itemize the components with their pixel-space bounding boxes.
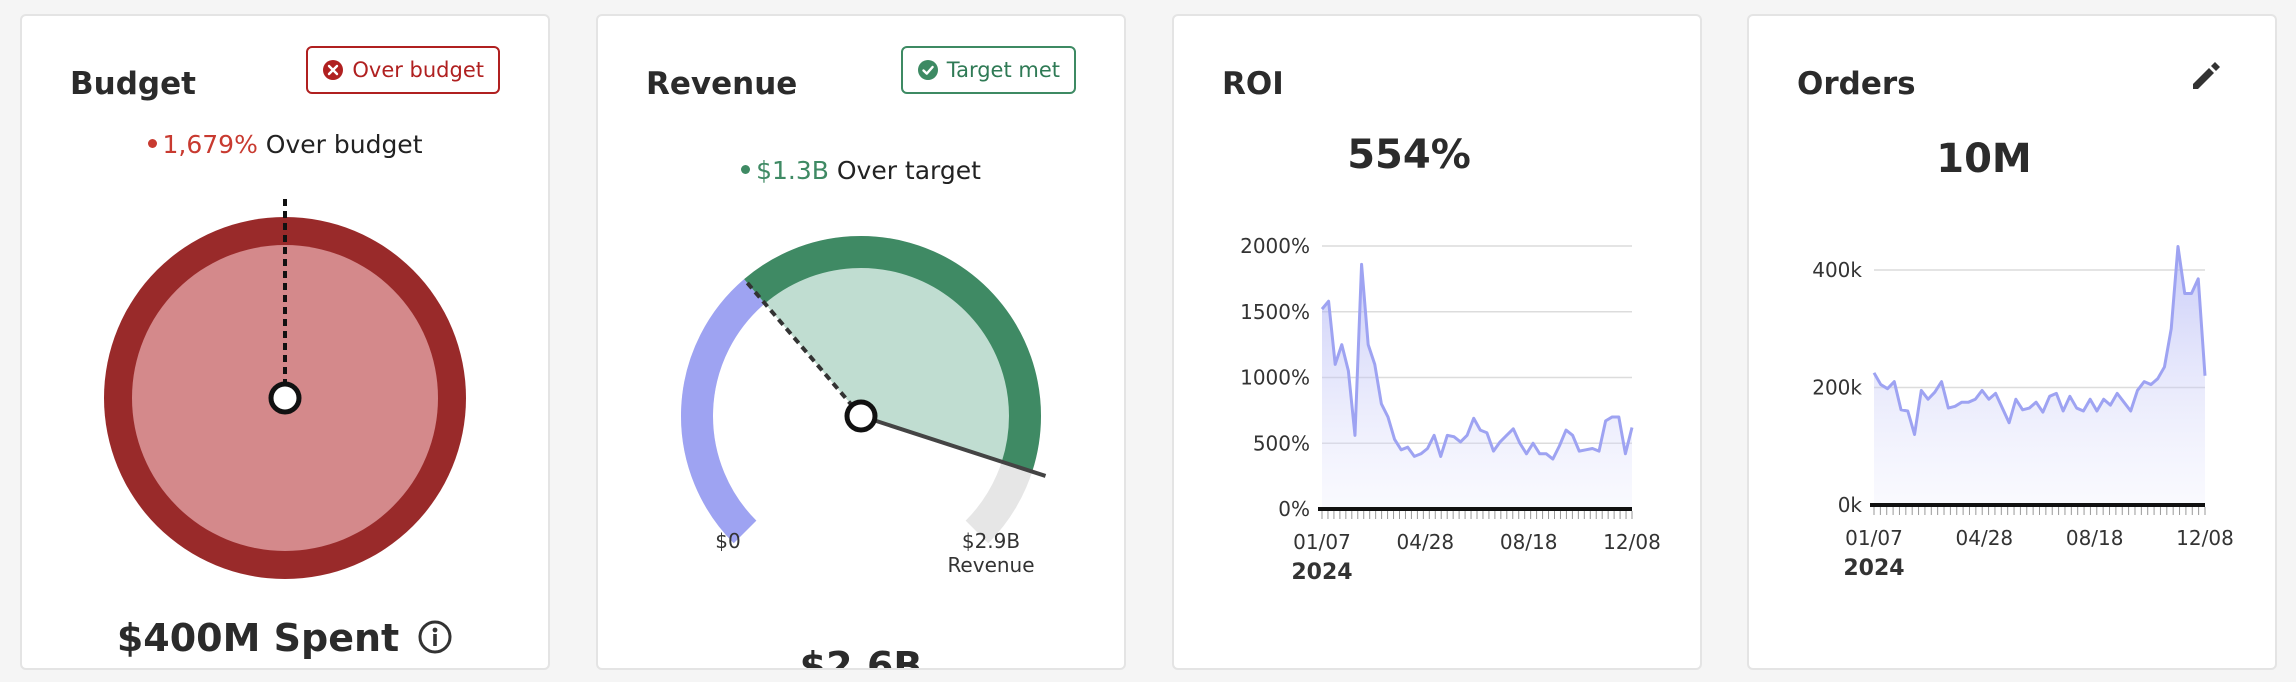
status-dot bbox=[741, 164, 751, 174]
over-budget-badge-label: Over budget bbox=[352, 58, 484, 82]
budget-status-value: 1,679% bbox=[162, 130, 258, 159]
roi-y-tick-label: 500% bbox=[1253, 431, 1310, 455]
roi-y-tick-label: 2000% bbox=[1240, 234, 1310, 258]
checkmark-circle-icon bbox=[917, 60, 938, 80]
orders-area bbox=[1874, 246, 2205, 505]
orders-x-tick-label: 12/08 bbox=[2176, 526, 2234, 550]
roi-chart: 2000% 1500% 1000% 500% 0% 01/07 04/28 08/18 12/0… bbox=[1240, 234, 1661, 585]
error-icon bbox=[323, 60, 344, 80]
roi-y-tick-label: 1500% bbox=[1240, 300, 1310, 324]
orders-x-tick-label: 01/07 bbox=[1845, 526, 1903, 550]
revenue-status-text: Over target bbox=[836, 156, 981, 185]
revenue-needle-hub bbox=[844, 399, 878, 433]
orders-card: Orders 10M 400k 200k 0k 01/07 04/28 08/18 12/0… bbox=[1747, 14, 2277, 670]
revenue-status-value: $1.3B bbox=[756, 156, 829, 185]
revenue-gauge-track-base bbox=[681, 279, 766, 544]
budget-spent: $400M Spent bbox=[116, 616, 400, 660]
roi-x-tick-label: 08/18 bbox=[1500, 530, 1558, 554]
target-met-badge-label: Target met bbox=[946, 58, 1060, 82]
over-budget-badge: Over budget bbox=[306, 46, 500, 94]
budget-status: 1,679% Over budget bbox=[22, 130, 548, 159]
budget-status-text: Over budget bbox=[265, 130, 423, 159]
orders-x-tick-label: 08/18 bbox=[2066, 526, 2124, 550]
budget-spent-row: $400M Spent bbox=[22, 616, 548, 660]
roi-x-tick-label: 01/07 bbox=[1293, 530, 1351, 554]
roi-x-year-label: 2024 bbox=[1291, 560, 1352, 585]
roi-card: ROI 554% 2000% 1500% 1000% 500% 0% 01/07 04/28… bbox=[1172, 14, 1702, 670]
orders-y-tick-label: 400k bbox=[1812, 258, 1862, 282]
roi-title: ROI bbox=[1222, 66, 1284, 102]
revenue-gauge-fill-area bbox=[754, 252, 1025, 467]
revenue-max-sublabel: Revenue bbox=[947, 553, 1034, 577]
roi-value: 554% bbox=[1347, 132, 1471, 178]
revenue-title: Revenue bbox=[646, 66, 798, 102]
orders-x-tick-label: 04/28 bbox=[1956, 526, 2014, 550]
roi-x-tick-label: 04/28 bbox=[1397, 530, 1455, 554]
info-icon[interactable] bbox=[417, 619, 453, 655]
revenue-status: $1.3B Over target bbox=[598, 156, 1124, 185]
roi-x-tick-label: 12/08 bbox=[1603, 530, 1661, 554]
budget-title: Budget bbox=[70, 66, 196, 102]
revenue-card: Revenue Target met $1.3B Over target $0 … bbox=[596, 14, 1126, 670]
orders-value: 10M bbox=[1936, 136, 2032, 182]
orders-chart: 400k 200k 0k 01/07 04/28 08/18 12/08 2024 bbox=[1812, 245, 2234, 581]
target-met-badge: Target met bbox=[900, 46, 1076, 94]
revenue-max-label: $2.9B bbox=[962, 529, 1020, 553]
orders-y-tick-label: 0k bbox=[1838, 493, 1863, 517]
budget-gauge bbox=[104, 196, 466, 579]
pencil-icon[interactable] bbox=[2185, 56, 2225, 96]
revenue-min-label: $0 bbox=[715, 529, 740, 553]
roi-y-tick-label: 0% bbox=[1278, 497, 1310, 521]
orders-title: Orders bbox=[1797, 66, 1916, 102]
orders-y-tick-label: 200k bbox=[1812, 376, 1862, 400]
orders-x-year-label: 2024 bbox=[1843, 556, 1904, 581]
budget-needle-hub bbox=[268, 381, 302, 415]
budget-card: Budget Over budget 1,679% Over budget $4… bbox=[20, 14, 550, 670]
roi-y-tick-label: 1000% bbox=[1240, 366, 1310, 390]
roi-area bbox=[1322, 264, 1632, 509]
revenue-gauge: $0 $2.9B Revenue bbox=[681, 236, 1047, 577]
status-dot bbox=[147, 138, 157, 148]
revenue-value: $2.6B bbox=[799, 644, 923, 670]
